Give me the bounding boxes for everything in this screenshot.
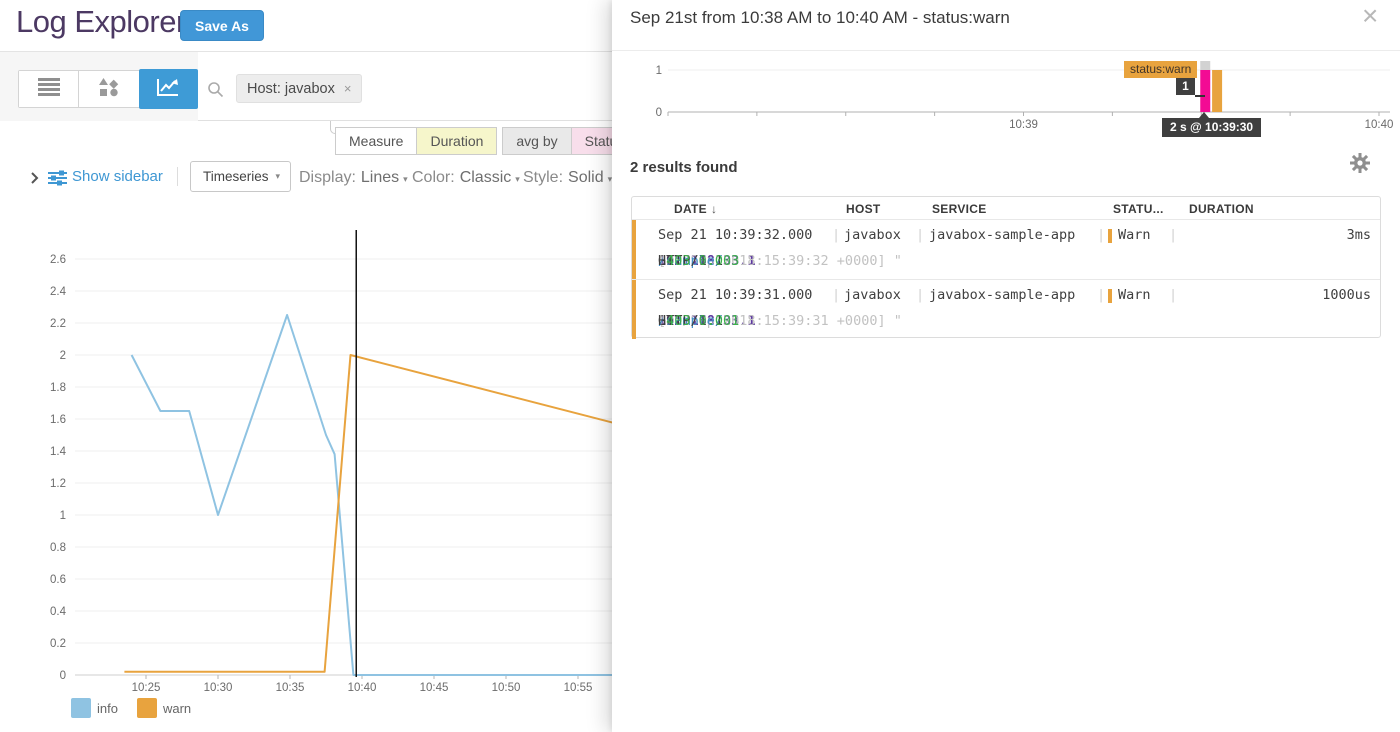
column-header-service[interactable]: SERVICE: [932, 202, 987, 216]
controls-divider: [177, 167, 178, 186]
host-filter-label: Host: javabox: [247, 81, 335, 97]
color-value: Classic: [460, 169, 512, 186]
svg-text:1: 1: [656, 65, 662, 77]
column-header-date[interactable]: DATE↓: [674, 202, 717, 216]
svg-text:0.4: 0.4: [50, 606, 67, 618]
column-header-status[interactable]: STATU...: [1113, 202, 1164, 216]
warn-swatch: [137, 698, 157, 718]
legend-label: info: [97, 701, 118, 716]
svg-text:10:40: 10:40: [1365, 119, 1394, 131]
svg-text:10:25: 10:25: [132, 682, 161, 694]
legend-item-info[interactable]: info: [71, 698, 118, 718]
svg-text:0.8: 0.8: [50, 542, 66, 554]
status-mini-bar: [1108, 229, 1112, 243]
close-icon[interactable]: ×: [1362, 0, 1378, 32]
collapse-chevron-icon[interactable]: [30, 171, 39, 190]
shapes-icon: [99, 77, 119, 102]
remove-filter-icon[interactable]: ×: [344, 81, 352, 96]
save-as-button[interactable]: Save As: [180, 10, 264, 41]
log-row[interactable]: Sep 21 10:39:31.000|javabox|javabox-samp…: [632, 279, 1380, 339]
log-row[interactable]: Sep 21 10:39:32.000|javabox|javabox-samp…: [632, 219, 1380, 279]
svg-text:1.4: 1.4: [50, 446, 67, 458]
svg-text:10:30: 10:30: [204, 682, 233, 694]
graph-type-value: Timeseries: [203, 169, 269, 184]
bucket-tooltip: 2 s @ 10:39:30: [1162, 118, 1261, 137]
gear-icon[interactable]: [1350, 153, 1370, 178]
svg-text:10:39: 10:39: [1009, 119, 1038, 131]
display-value: Lines: [361, 169, 399, 186]
chevron-down-icon: ▾: [515, 174, 520, 184]
severity-accent-bar: [632, 220, 636, 279]
chart-legend: info warn: [71, 698, 210, 718]
status-warn-chip: status:warn: [1124, 61, 1197, 78]
style-dropdown[interactable]: Style:Solid▾: [523, 169, 612, 187]
color-dropdown[interactable]: Color: Classic▾: [412, 169, 520, 187]
column-header-duration[interactable]: DURATION: [1189, 202, 1254, 216]
svg-text:1.6: 1.6: [50, 414, 66, 426]
measure-chip[interactable]: Measure: [335, 127, 417, 155]
style-label: Style:: [523, 169, 563, 186]
severity-accent-bar: [632, 280, 636, 339]
color-label: Color:: [412, 169, 455, 186]
legend-label: warn: [163, 701, 191, 716]
list-view-button[interactable]: [19, 71, 79, 107]
duration-value: 1000us: [1322, 287, 1371, 303]
svg-text:2.4: 2.4: [50, 286, 67, 298]
measure-value-chip[interactable]: Duration: [416, 127, 497, 155]
svg-text:2.6: 2.6: [50, 254, 66, 266]
svg-text:10:35: 10:35: [276, 682, 305, 694]
legend-item-warn[interactable]: warn: [137, 698, 191, 718]
list-icon: [38, 78, 60, 101]
duration-value: 3ms: [1347, 227, 1371, 243]
svg-text:10:45: 10:45: [420, 682, 449, 694]
chevron-down-icon: ▾: [403, 174, 408, 184]
svg-text:1.8: 1.8: [50, 382, 66, 394]
info-swatch: [71, 698, 91, 718]
svg-text:2.2: 2.2: [50, 318, 66, 330]
svg-text:1.2: 1.2: [50, 478, 66, 490]
svg-text:2: 2: [60, 350, 66, 362]
display-label: Display:: [299, 169, 356, 186]
status-mini-bar: [1108, 289, 1112, 303]
group-by-chip[interactable]: avg by: [502, 127, 571, 155]
modal-divider: [612, 50, 1400, 51]
badge-connector: [1195, 95, 1205, 97]
log-explorer-app: Log Explorer Save As Host: javabox ×: [0, 0, 1400, 732]
graph-type-select[interactable]: Timeseries ▾: [190, 161, 291, 192]
chevron-down-icon: ▾: [275, 171, 280, 182]
svg-text:10:40: 10:40: [348, 682, 377, 694]
search-icon: [207, 81, 224, 103]
timeseries-view-button[interactable]: [139, 69, 198, 109]
svg-text:0: 0: [60, 670, 66, 682]
view-switcher: [18, 70, 198, 108]
show-sidebar-toggle[interactable]: Show sidebar: [72, 168, 163, 185]
svg-text:0: 0: [656, 107, 662, 119]
host-filter-tag[interactable]: Host: javabox ×: [236, 74, 362, 103]
page-title: Log Explorer: [16, 4, 186, 40]
log-detail-modal: Sep 21st from 10:38 AM to 10:40 AM - sta…: [612, 0, 1400, 732]
timeseries-icon: [156, 77, 180, 102]
results-table: DATE↓ HOST SERVICE STATU... DURATION Sep…: [631, 196, 1381, 338]
query-chips: Measure Duration avg by Status ×: [336, 127, 653, 155]
sliders-icon: [48, 170, 67, 191]
svg-text:10:55: 10:55: [564, 682, 593, 694]
style-value: Solid: [568, 169, 604, 186]
svg-text:0.2: 0.2: [50, 638, 66, 650]
svg-text:10:50: 10:50: [492, 682, 521, 694]
display-dropdown[interactable]: Display: Lines ▾: [299, 169, 408, 187]
column-header-host[interactable]: HOST: [846, 202, 881, 216]
modal-title: Sep 21st from 10:38 AM to 10:40 AM - sta…: [630, 8, 1010, 28]
sort-desc-icon: ↓: [711, 202, 717, 216]
svg-text:0.6: 0.6: [50, 574, 66, 586]
svg-text:1: 1: [60, 510, 66, 522]
count-badge: 1: [1176, 78, 1195, 95]
aggregate-view-button[interactable]: [79, 71, 139, 107]
results-count: 2 results found: [630, 159, 738, 176]
